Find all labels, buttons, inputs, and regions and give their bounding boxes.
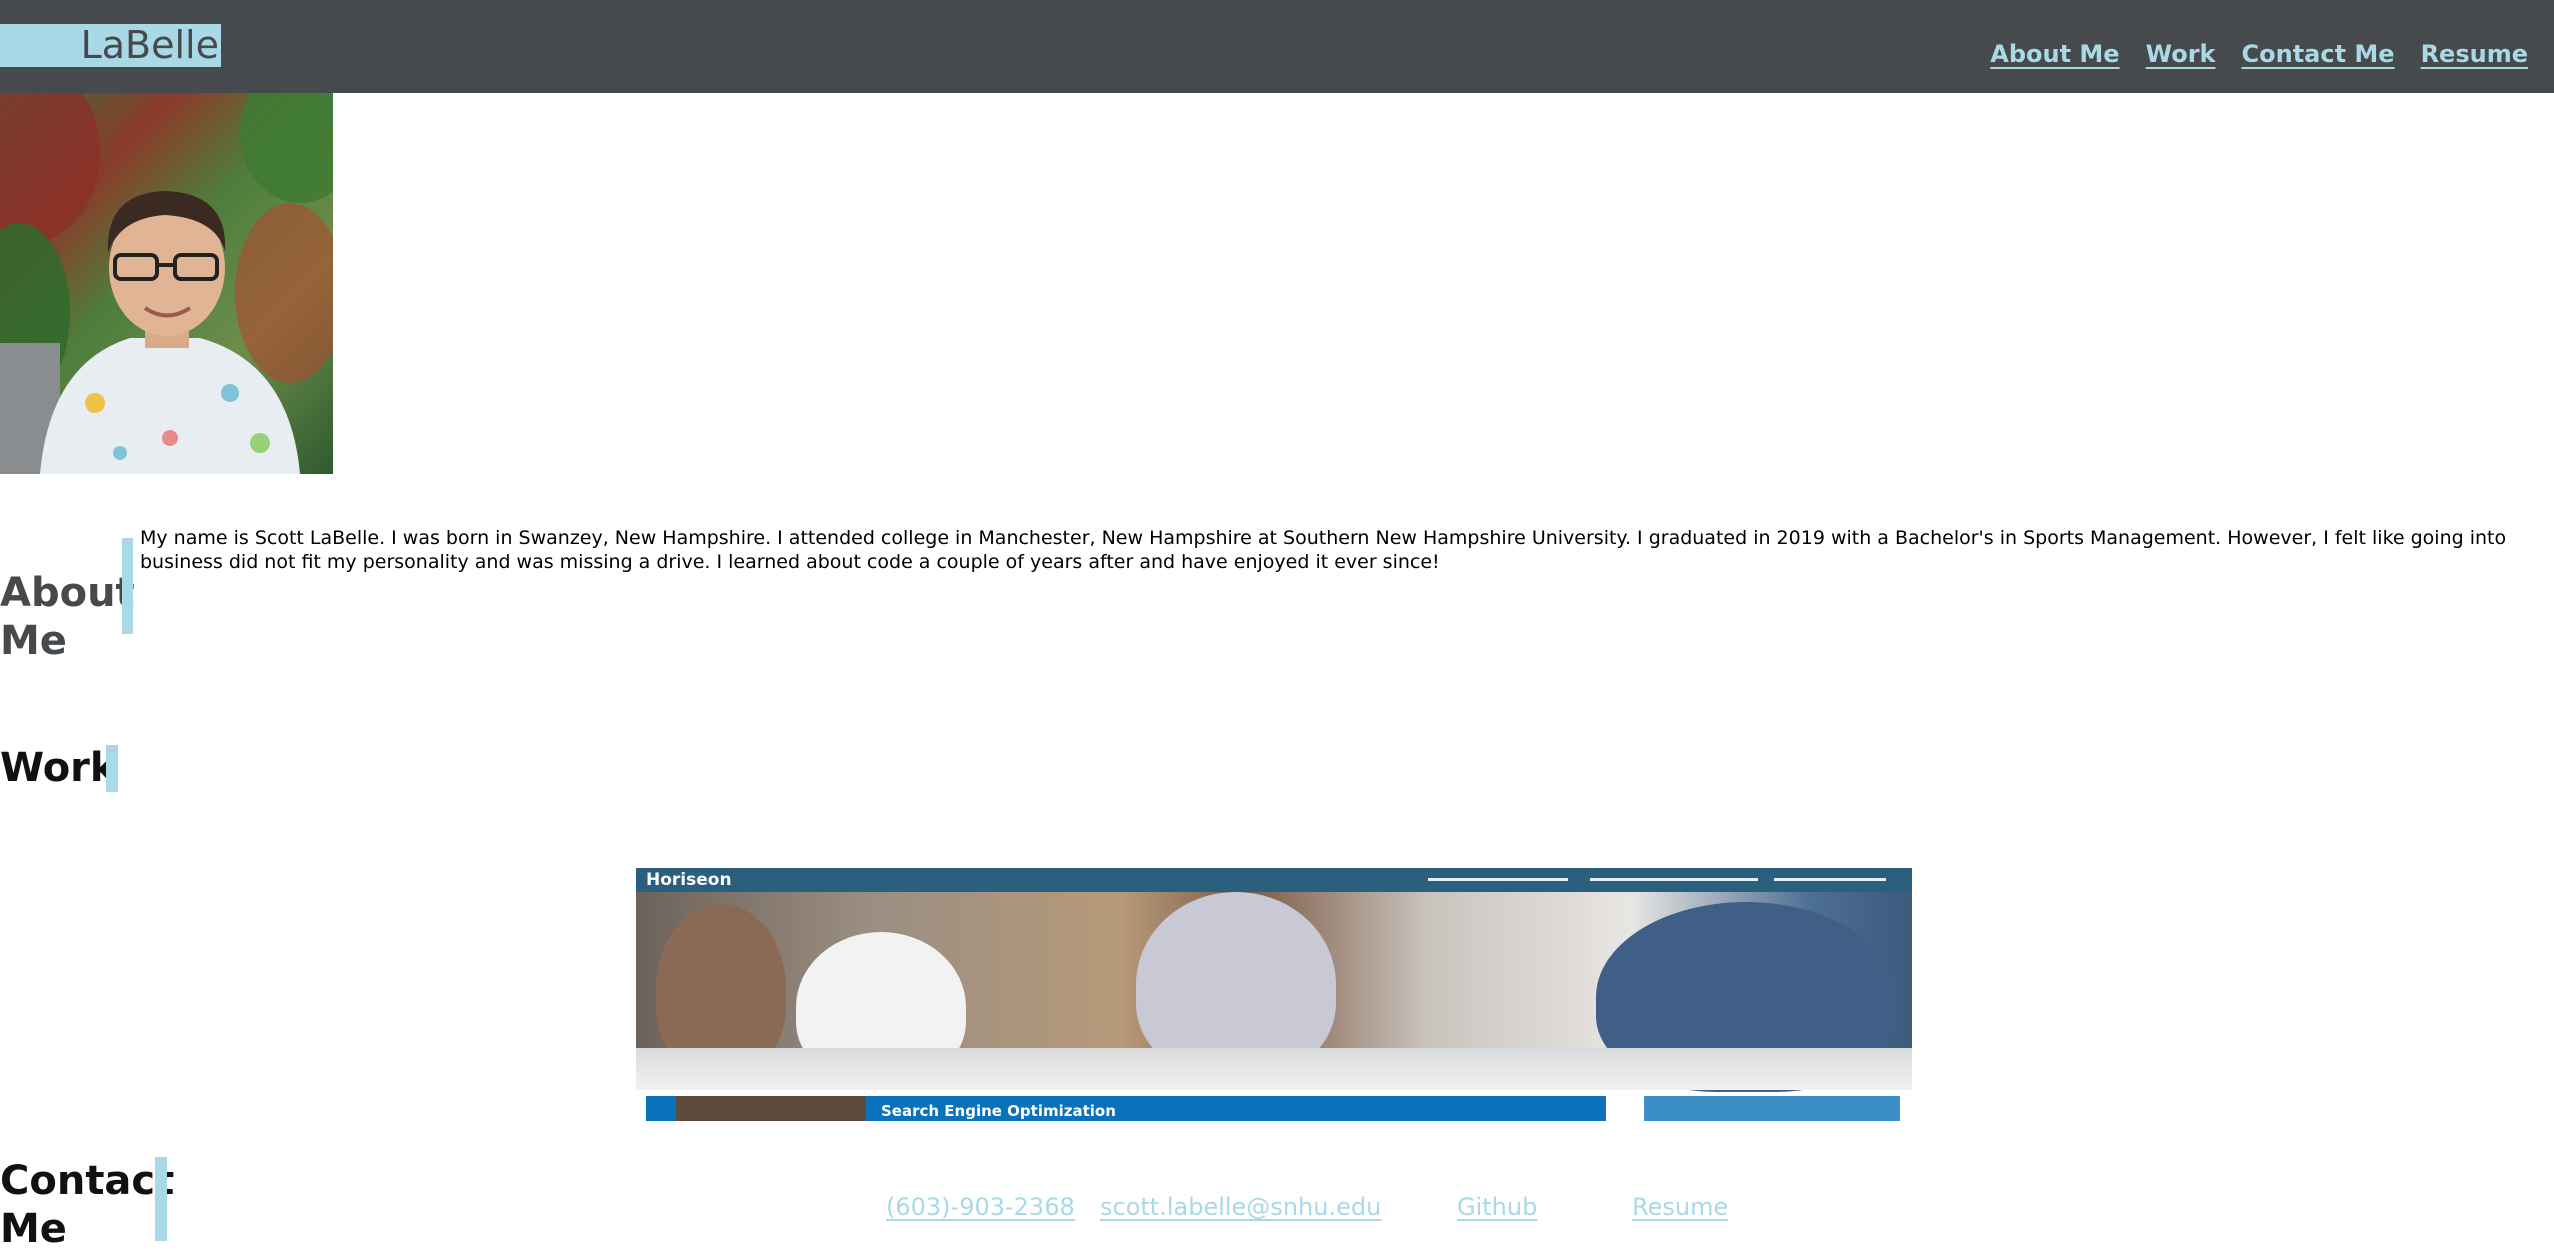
nav-link-contact-me[interactable]: Contact Me bbox=[2242, 40, 2395, 68]
about-me-text: My name is Scott LaBelle. I was born in … bbox=[140, 527, 2507, 573]
work-screenshot-topbar: Horiseon bbox=[636, 868, 1912, 892]
contact-phone-link[interactable]: (603)-903-2368 bbox=[886, 1193, 1075, 1221]
work-screenshot-side-panel bbox=[1644, 1096, 1900, 1121]
site-logo[interactable]: LaBelle bbox=[0, 24, 221, 67]
work-screenshot-brand: Horiseon bbox=[646, 870, 732, 890]
work-screenshot-nav-bar bbox=[1590, 878, 1758, 881]
contact-email-link[interactable]: scott.labelle@snhu.edu bbox=[1100, 1193, 1381, 1221]
nav-link-about-me[interactable]: About Me bbox=[1990, 40, 2119, 68]
about-me-heading-accent bbox=[122, 538, 133, 634]
work-screenshot-seo-thumbnail bbox=[676, 1096, 866, 1121]
about-me-heading: About Me bbox=[0, 570, 135, 665]
contact-resume-link[interactable]: Resume bbox=[1632, 1193, 1728, 1221]
main-nav: About Me Work Contact Me Resume bbox=[1990, 40, 2528, 68]
work-screenshot-nav-bar bbox=[1428, 878, 1568, 881]
site-header: LaBelle About Me Work Contact Me Resume bbox=[0, 0, 2554, 93]
profile-photo bbox=[0, 93, 333, 474]
work-screenshot-table bbox=[636, 1048, 1912, 1090]
work-project-screenshot[interactable]: Horiseon Search Engine Optimization bbox=[636, 868, 1912, 1121]
contact-links: (603)-903-2368 scott.labelle@snhu.edu Gi… bbox=[0, 1193, 2554, 1227]
work-heading-accent bbox=[106, 745, 118, 792]
work-heading: Work bbox=[0, 745, 117, 791]
work-screenshot-nav-bar bbox=[1774, 878, 1886, 881]
profile-photo-illustration bbox=[0, 93, 333, 474]
contact-github-link[interactable]: Github bbox=[1457, 1193, 1537, 1221]
nav-link-resume[interactable]: Resume bbox=[2421, 40, 2528, 68]
nav-link-work[interactable]: Work bbox=[2146, 40, 2216, 68]
